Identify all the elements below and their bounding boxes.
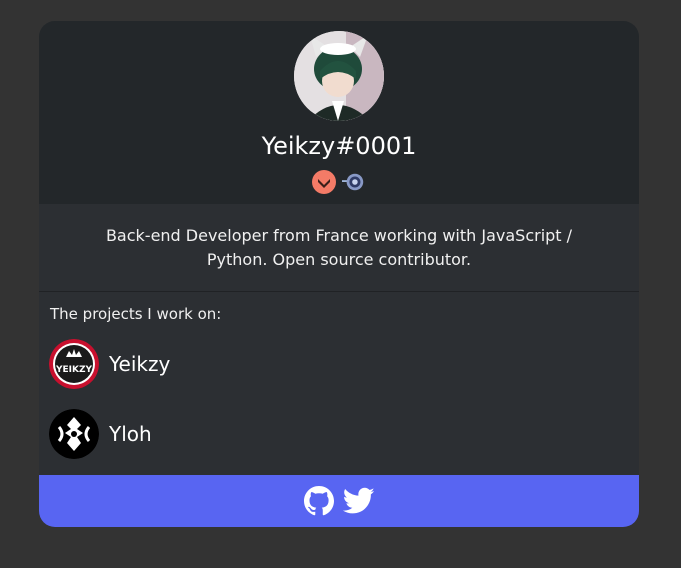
projects-label: The projects I work on:	[50, 305, 222, 323]
username: Yeikzy#0001	[261, 132, 417, 160]
twitter-icon	[343, 487, 375, 514]
twitter-link[interactable]	[343, 485, 375, 517]
project-item-yloh[interactable]: Yloh	[49, 409, 152, 459]
yeikzy-logo-text: YEIKZY	[55, 365, 93, 375]
bio: Back-end Developer from France working w…	[39, 204, 639, 292]
badge-list	[39, 169, 639, 195]
project-item-yeikzy[interactable]: YEIKZY Yeikzy	[49, 339, 170, 389]
project-name: Yloh	[109, 422, 152, 446]
github-link[interactable]	[303, 485, 335, 517]
avatar-image	[294, 31, 384, 121]
project-name: Yeikzy	[109, 352, 171, 376]
social-links-footer	[39, 475, 639, 527]
profile-card: Yeikzy#0001 Back-end Developer from Fran…	[39, 21, 639, 527]
profile-header: Yeikzy#0001	[39, 21, 639, 204]
yeikzy-logo-icon: YEIKZY	[49, 339, 99, 389]
hypesquad-brilliance-icon	[312, 170, 336, 194]
bio-text: Back-end Developer from France working w…	[105, 225, 573, 269]
yloh-logo-icon	[49, 409, 99, 459]
github-icon	[304, 486, 334, 516]
avatar	[294, 31, 384, 121]
early-supporter-icon	[342, 170, 366, 194]
